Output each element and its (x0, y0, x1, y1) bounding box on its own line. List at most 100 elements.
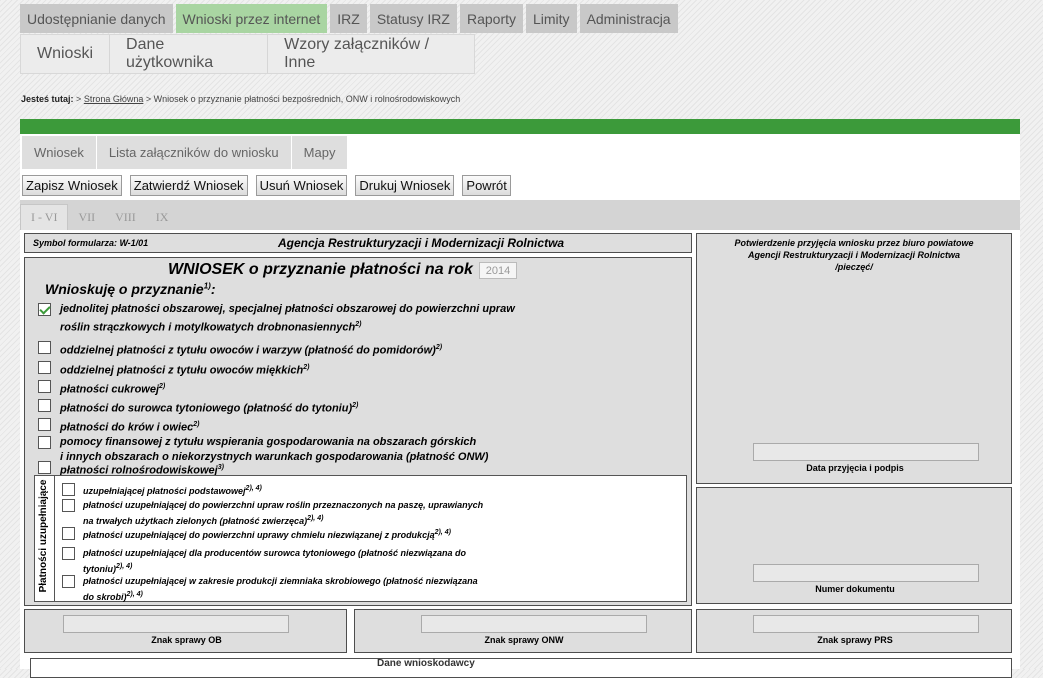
page-tab-8[interactable]: VIII (105, 204, 146, 230)
tab-mapy[interactable]: Mapy (291, 136, 349, 169)
payment-option-line-text: oddzielnej płatności z tytułu owoców i w… (60, 344, 436, 357)
payment-option-checkbox[interactable] (38, 361, 51, 374)
case-onw-box: Znak sprawy ONW (354, 609, 692, 653)
document-number-field[interactable] (753, 564, 979, 582)
payment-option-footnote: 2) (435, 344, 443, 351)
date-signature-label: Data przyjęcia i podpis (806, 463, 904, 473)
confirmation-box: Potwierdzenie przyjęcia wniosku przez bi… (696, 233, 1012, 484)
payment-option-line: jednolitej płatności obszarowej, specjal… (60, 303, 515, 315)
supplementary-option-line: płatności uzupełniającej w zakresie prod… (83, 576, 478, 586)
sub-nav-dane-uzytkownika[interactable]: Dane użytkownika (110, 35, 269, 73)
supplementary-option: uzupełniającej płatności podstawowej2), … (62, 482, 262, 498)
supplementary-option-footnote: 2), 4) (307, 515, 324, 522)
payment-option-checkbox[interactable] (38, 303, 51, 316)
supplementary-option-checkbox[interactable] (62, 499, 75, 512)
top-nav-udostepnianie[interactable]: Udostępnianie danych (20, 4, 173, 33)
payment-option-line-text: roślin strączkowych i motylkowatych drob… (60, 321, 356, 334)
payment-option-checkbox[interactable] (38, 436, 51, 449)
payment-option-line: pomocy finansowej z tytułu wspierania go… (60, 436, 477, 448)
approve-button[interactable]: Zatwierdź Wniosek (129, 175, 248, 196)
page-tab-7[interactable]: VII (68, 204, 105, 230)
symbol-box: Symbol formularza: W-1/01 Agencja Restru… (24, 233, 692, 253)
supplementary-option-checkbox[interactable] (62, 547, 75, 560)
supplementary-option-label: płatności uzupełniającej do powierzchni … (83, 498, 483, 528)
top-nav-raporty[interactable]: Raporty (459, 4, 523, 33)
application-box: WNIOSEK o przyznanie płatności na rok 20… (24, 257, 692, 606)
supplementary-option-label: płatności uzupełniającej dla producentów… (83, 546, 466, 576)
print-button[interactable]: Drukuj Wniosek (355, 175, 455, 196)
payment-option-footnote: 2) (355, 321, 362, 328)
payment-option-line: płatności cukrowej2) (60, 379, 165, 398)
subheading-sup: 1) (203, 281, 211, 291)
payment-option-footnote: 2) (303, 364, 310, 371)
payment-option-footnote: 3) (217, 464, 224, 471)
action-buttons: Zapisz Wniosek Zatwierdź Wniosek Usuń Wn… (22, 175, 511, 196)
payment-option: oddzielnej płatności z tytułu owoców mię… (38, 360, 310, 379)
payment-option-label: płatności cukrowej2) (60, 379, 165, 398)
page-tab-1-6[interactable]: I - VI (20, 204, 69, 230)
payment-option-line-text: płatności cukrowej (60, 383, 160, 396)
supplementary-option: płatności uzupełniającej do powierzchni … (62, 498, 483, 528)
supplementary-option-label: uzupełniającej płatności podstawowej2), … (83, 482, 262, 498)
sub-nav-wzory-zalacznikow[interactable]: Wzory załączników / Inne (268, 35, 474, 73)
applicant-data-box: Dane wnioskodawcy (30, 658, 1012, 678)
payment-option-line-text: płatności do surowca tytoniowego (płatno… (60, 402, 353, 415)
payment-option-line: płatności do krów i owiec2) (60, 417, 199, 436)
breadcrumb: Jesteś tutaj: > Strona Główna > Wniosek … (21, 94, 460, 104)
save-button[interactable]: Zapisz Wniosek (22, 175, 122, 196)
payment-option-checkbox[interactable] (38, 418, 51, 431)
supplementary-option-footnote: 2), 4) (434, 529, 451, 536)
page-tab-9[interactable]: IX (146, 204, 179, 230)
supplementary-option-line-text: tytoniu) (83, 564, 116, 574)
payment-option-checkbox[interactable] (38, 399, 51, 412)
payment-option-line: roślin strączkowych i motylkowatych drob… (60, 317, 515, 336)
breadcrumb-home-link[interactable]: Strona Główna (84, 94, 144, 104)
year-field[interactable]: 2014 (479, 262, 517, 279)
sub-nav-wnioski[interactable]: Wnioski (21, 35, 111, 73)
payment-option-label: oddzielnej płatności z tytułu owoców i w… (60, 340, 442, 359)
payment-option-checkbox[interactable] (38, 341, 51, 354)
case-prs-label: Znak sprawy PRS (817, 635, 893, 645)
date-signature-field[interactable] (753, 443, 979, 461)
delete-button[interactable]: Usuń Wniosek (255, 175, 348, 196)
case-ob-field[interactable] (63, 615, 289, 633)
payment-option-line-text: płatności do krów i owiec (60, 421, 194, 434)
supplementary-option-checkbox[interactable] (62, 575, 75, 588)
payment-option-checkbox[interactable] (38, 380, 51, 393)
payment-option-line: oddzielnej płatności z tytułu owoców i w… (60, 340, 442, 359)
top-nav-limity[interactable]: Limity (526, 4, 577, 33)
form-panel: I - VI VII VIII IX Symbol formularza: W-… (20, 200, 1020, 678)
payment-option: płatności do surowca tytoniowego (płatno… (38, 398, 358, 417)
payment-option-line: oddzielnej płatności z tytułu owoców mię… (60, 360, 310, 379)
payment-option: płatności cukrowej2) (38, 379, 165, 398)
top-nav: Udostępnianie danych Wnioski przez inter… (20, 4, 678, 33)
payment-option-footnote: 2) (352, 402, 359, 409)
back-button[interactable]: Powrót (462, 175, 511, 196)
top-nav-statusy-irz[interactable]: Statusy IRZ (369, 4, 457, 33)
payment-option-footnote: 2) (193, 421, 200, 428)
case-prs-field[interactable] (753, 615, 979, 633)
payment-option-line: płatności do surowca tytoniowego (płatno… (60, 398, 358, 417)
case-ob-box: Znak sprawy OB (24, 609, 347, 653)
payment-option-line-text: oddzielnej płatności z tytułu owoców mię… (60, 364, 304, 377)
form-toolbar-panel: Wniosek Lista załączników do wniosku Map… (20, 134, 1020, 200)
sub-nav: Wnioski Dane użytkownika Wzory załącznik… (20, 34, 475, 74)
case-ob-label: Znak sprawy OB (151, 635, 222, 645)
case-onw-label: Znak sprawy ONW (484, 635, 564, 645)
top-nav-administracja[interactable]: Administracja (579, 4, 678, 33)
supplementary-label: Płatności uzupełniające (38, 479, 49, 593)
top-nav-wnioski-przez-internet[interactable]: Wnioski przez internet (175, 4, 328, 33)
supplementary-option-checkbox[interactable] (62, 527, 75, 540)
supplementary-option-footnote: 2), 4) (116, 563, 133, 570)
payment-option-label: jednolitej płatności obszarowej, specjal… (60, 302, 515, 336)
supplementary-option-footnote: 2), 4) (126, 591, 143, 598)
supplementary-option-checkbox[interactable] (62, 483, 75, 496)
case-onw-field[interactable] (421, 615, 647, 633)
payment-option-checkbox[interactable] (38, 461, 51, 474)
supplementary-option-footnote: 2), 4) (245, 485, 262, 492)
top-nav-irz[interactable]: IRZ (330, 4, 367, 33)
tab-lista-zalacznikow[interactable]: Lista załączników do wniosku (96, 136, 292, 169)
breadcrumb-prefix: Jesteś tutaj: (21, 94, 74, 104)
tab-wniosek[interactable]: Wniosek (22, 136, 97, 169)
confirmation-text: Potwierdzenie przyjęcia wniosku przez bi… (697, 237, 1011, 273)
